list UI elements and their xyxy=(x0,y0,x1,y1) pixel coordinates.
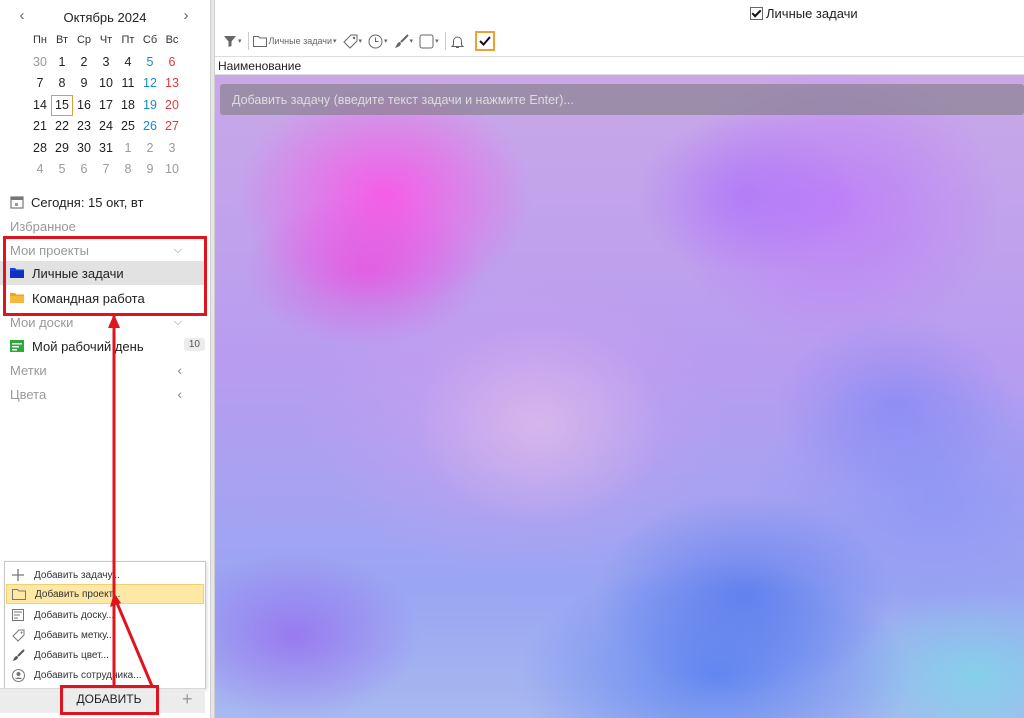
square-icon xyxy=(419,34,434,49)
dropdown-arrow-icon: ▾ xyxy=(435,38,439,45)
filter-label: Личные задачи xyxy=(766,6,858,21)
dropdown-arrow-icon: ▾ xyxy=(333,38,337,45)
clock-icon xyxy=(368,34,383,49)
toolbar: ▾ Личные задачи ▾ ▾ ▾ ▾ ▾ xyxy=(223,30,495,52)
filter-personal-tasks-checkbox[interactable]: Личные задачи xyxy=(750,6,858,21)
tag-icon xyxy=(342,34,358,49)
status-button[interactable]: ▾ xyxy=(419,31,439,51)
filter-button[interactable]: ▾ xyxy=(223,31,242,51)
dropdown-arrow-icon: ▾ xyxy=(358,38,363,45)
brush-icon xyxy=(394,33,409,49)
tag-button[interactable]: ▾ xyxy=(342,31,363,51)
filter-icon xyxy=(223,34,237,48)
column-header-name[interactable]: Наименование xyxy=(215,56,1024,75)
topbar: Личные задачи ▾ Личные задачи ▾ ▾ ▾ ▾ ▾ xyxy=(215,0,1024,56)
folder-icon xyxy=(252,35,267,47)
show-completed-toggle[interactable] xyxy=(474,31,495,51)
toolbar-separator xyxy=(247,32,249,50)
reminder-button[interactable] xyxy=(450,31,465,51)
project-selector[interactable]: Личные задачи ▾ xyxy=(252,31,337,51)
bell-icon xyxy=(450,34,465,49)
toolbar-separator xyxy=(444,32,446,50)
add-task-input[interactable] xyxy=(220,84,1024,115)
dropdown-arrow-icon: ▾ xyxy=(384,38,388,45)
color-button[interactable]: ▾ xyxy=(394,31,414,51)
dropdown-arrow-icon: ▾ xyxy=(409,38,414,45)
time-button[interactable]: ▾ xyxy=(368,31,388,51)
annotation-arrows xyxy=(108,314,154,687)
project-selector-label: Личные задачи xyxy=(268,36,332,46)
check-icon xyxy=(478,36,491,46)
checkbox-icon xyxy=(750,7,763,20)
dropdown-arrow-icon: ▾ xyxy=(238,38,242,45)
main-area: Личные задачи ▾ Личные задачи▾ ▾ ▾ ▾ ▾ xyxy=(215,0,1024,718)
background-image xyxy=(215,75,1024,718)
